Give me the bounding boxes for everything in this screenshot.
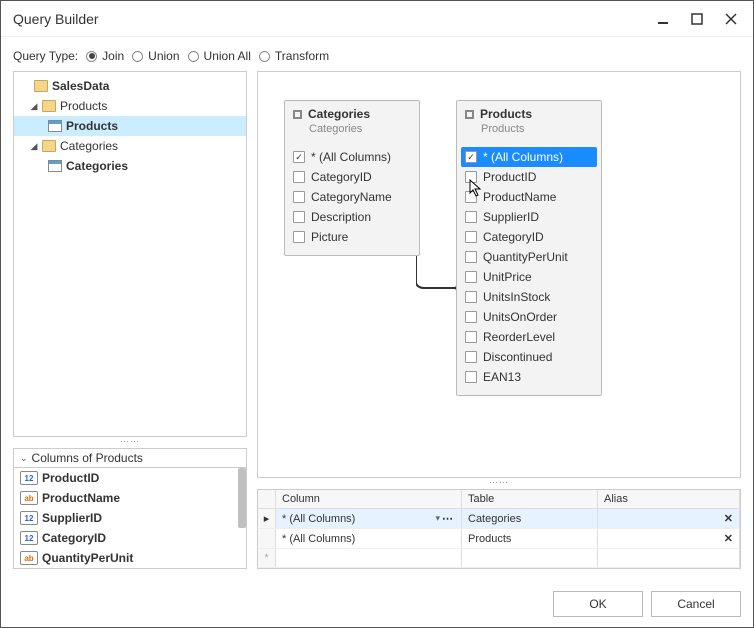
- chevron-down-icon[interactable]: ◢: [28, 140, 40, 152]
- remove-row-button[interactable]: ✕: [724, 532, 733, 545]
- dropdown-arrow-icon[interactable]: ▾: [431, 513, 440, 524]
- window-controls: [653, 9, 741, 29]
- col-checkbox[interactable]: EAN13: [465, 367, 593, 387]
- column-item[interactable]: abQuantityPerUnit: [14, 548, 246, 568]
- folder-icon: [42, 100, 56, 112]
- text-type-icon: ab: [20, 551, 38, 565]
- col-checkbox[interactable]: CategoryID: [465, 227, 593, 247]
- int-type-icon: 12: [20, 511, 38, 525]
- new-row-icon: *: [258, 549, 276, 567]
- table-icon: [48, 160, 62, 172]
- row-indicator-icon: ▸: [258, 509, 276, 528]
- splitter-horizontal[interactable]: ⋯⋯: [257, 478, 741, 487]
- table-icon: [48, 120, 62, 132]
- col-checkbox[interactable]: QuantityPerUnit: [465, 247, 593, 267]
- radio-join[interactable]: Join: [86, 49, 124, 63]
- column-item[interactable]: 12SupplierID: [14, 508, 246, 528]
- col-checkbox[interactable]: CategoryName: [293, 187, 411, 207]
- grid-row[interactable]: * (All Columns) Products ✕: [258, 529, 740, 549]
- output-grid[interactable]: Column Table Alias ▸ * (All Columns)▾⋯ C…: [257, 489, 741, 569]
- window-title: Query Builder: [13, 11, 653, 27]
- table-box-categories[interactable]: Categories Categories * (All Columns) Ca…: [284, 100, 420, 256]
- ok-button[interactable]: OK: [553, 591, 643, 617]
- query-builder-window: Query Builder Query Type: Join Union Uni…: [0, 0, 754, 628]
- cancel-button[interactable]: Cancel: [651, 591, 741, 617]
- maximize-button[interactable]: [687, 9, 707, 29]
- col-checkbox[interactable]: SupplierID: [465, 207, 593, 227]
- table-handle-icon: [465, 110, 474, 119]
- col-checkbox[interactable]: * (All Columns): [461, 147, 597, 167]
- col-checkbox[interactable]: * (All Columns): [293, 147, 411, 167]
- radio-union-all[interactable]: Union All: [188, 49, 251, 63]
- folder-icon: [42, 140, 56, 152]
- tree-root[interactable]: SalesData: [14, 76, 246, 96]
- tree-table-categories[interactable]: Categories: [14, 156, 246, 176]
- diagram-canvas[interactable]: Categories Categories * (All Columns) Ca…: [257, 71, 741, 478]
- grid-header-alias[interactable]: Alias: [598, 490, 740, 508]
- table-handle-icon: [293, 110, 302, 119]
- column-item[interactable]: 12ProductID: [14, 468, 246, 488]
- remove-row-button[interactable]: ✕: [724, 512, 733, 525]
- grid-new-row[interactable]: *: [258, 549, 740, 568]
- text-type-icon: ab: [20, 491, 38, 505]
- columns-panel: ⌄ Columns of Products 12ProductID abProd…: [13, 448, 247, 569]
- minimize-button[interactable]: [653, 9, 673, 29]
- col-checkbox[interactable]: CategoryID: [293, 167, 411, 187]
- grid-row[interactable]: ▸ * (All Columns)▾⋯ Categories ✕: [258, 509, 740, 529]
- radio-union[interactable]: Union: [132, 49, 179, 63]
- table-box-products[interactable]: Products Products * (All Columns) Produc…: [456, 100, 602, 396]
- chevron-down-icon: ⌄: [20, 453, 28, 464]
- int-type-icon: 12: [20, 531, 38, 545]
- col-checkbox[interactable]: UnitPrice: [465, 267, 593, 287]
- int-type-icon: 12: [20, 471, 38, 485]
- data-source-tree[interactable]: SalesData ◢ Products Products ◢: [13, 71, 247, 437]
- splitter-horizontal[interactable]: ⋯⋯: [13, 437, 247, 446]
- chevron-down-icon[interactable]: [20, 80, 32, 92]
- col-checkbox[interactable]: Discontinued: [465, 347, 593, 367]
- scrollbar-thumb[interactable]: [238, 468, 246, 528]
- close-button[interactable]: [721, 9, 741, 29]
- query-type-bar: Query Type: Join Union Union All Transfo…: [13, 45, 741, 71]
- col-checkbox[interactable]: UnitsOnOrder: [465, 307, 593, 327]
- ellipsis-button[interactable]: ⋯: [440, 512, 455, 525]
- columns-header[interactable]: ⌄ Columns of Products: [14, 449, 246, 468]
- folder-icon: [34, 80, 48, 92]
- dialog-buttons: OK Cancel: [1, 581, 753, 627]
- radio-transform[interactable]: Transform: [259, 49, 329, 63]
- grid-header-table[interactable]: Table: [462, 490, 598, 508]
- tree-folder-products[interactable]: ◢ Products: [14, 96, 246, 116]
- tree-folder-categories[interactable]: ◢ Categories: [14, 136, 246, 156]
- column-item[interactable]: 12CategoryID: [14, 528, 246, 548]
- col-checkbox[interactable]: ReorderLevel: [465, 327, 593, 347]
- column-item[interactable]: abProductName: [14, 488, 246, 508]
- chevron-down-icon[interactable]: ◢: [28, 100, 40, 112]
- tree-table-products[interactable]: Products: [14, 116, 246, 136]
- col-checkbox[interactable]: Description: [293, 207, 411, 227]
- col-checkbox[interactable]: ProductName: [465, 187, 593, 207]
- grid-header-column[interactable]: Column: [276, 490, 462, 508]
- col-checkbox[interactable]: ProductID: [465, 167, 593, 187]
- titlebar: Query Builder: [1, 1, 753, 37]
- col-checkbox[interactable]: Picture: [293, 227, 411, 247]
- col-checkbox[interactable]: UnitsInStock: [465, 287, 593, 307]
- query-type-label: Query Type:: [13, 49, 78, 63]
